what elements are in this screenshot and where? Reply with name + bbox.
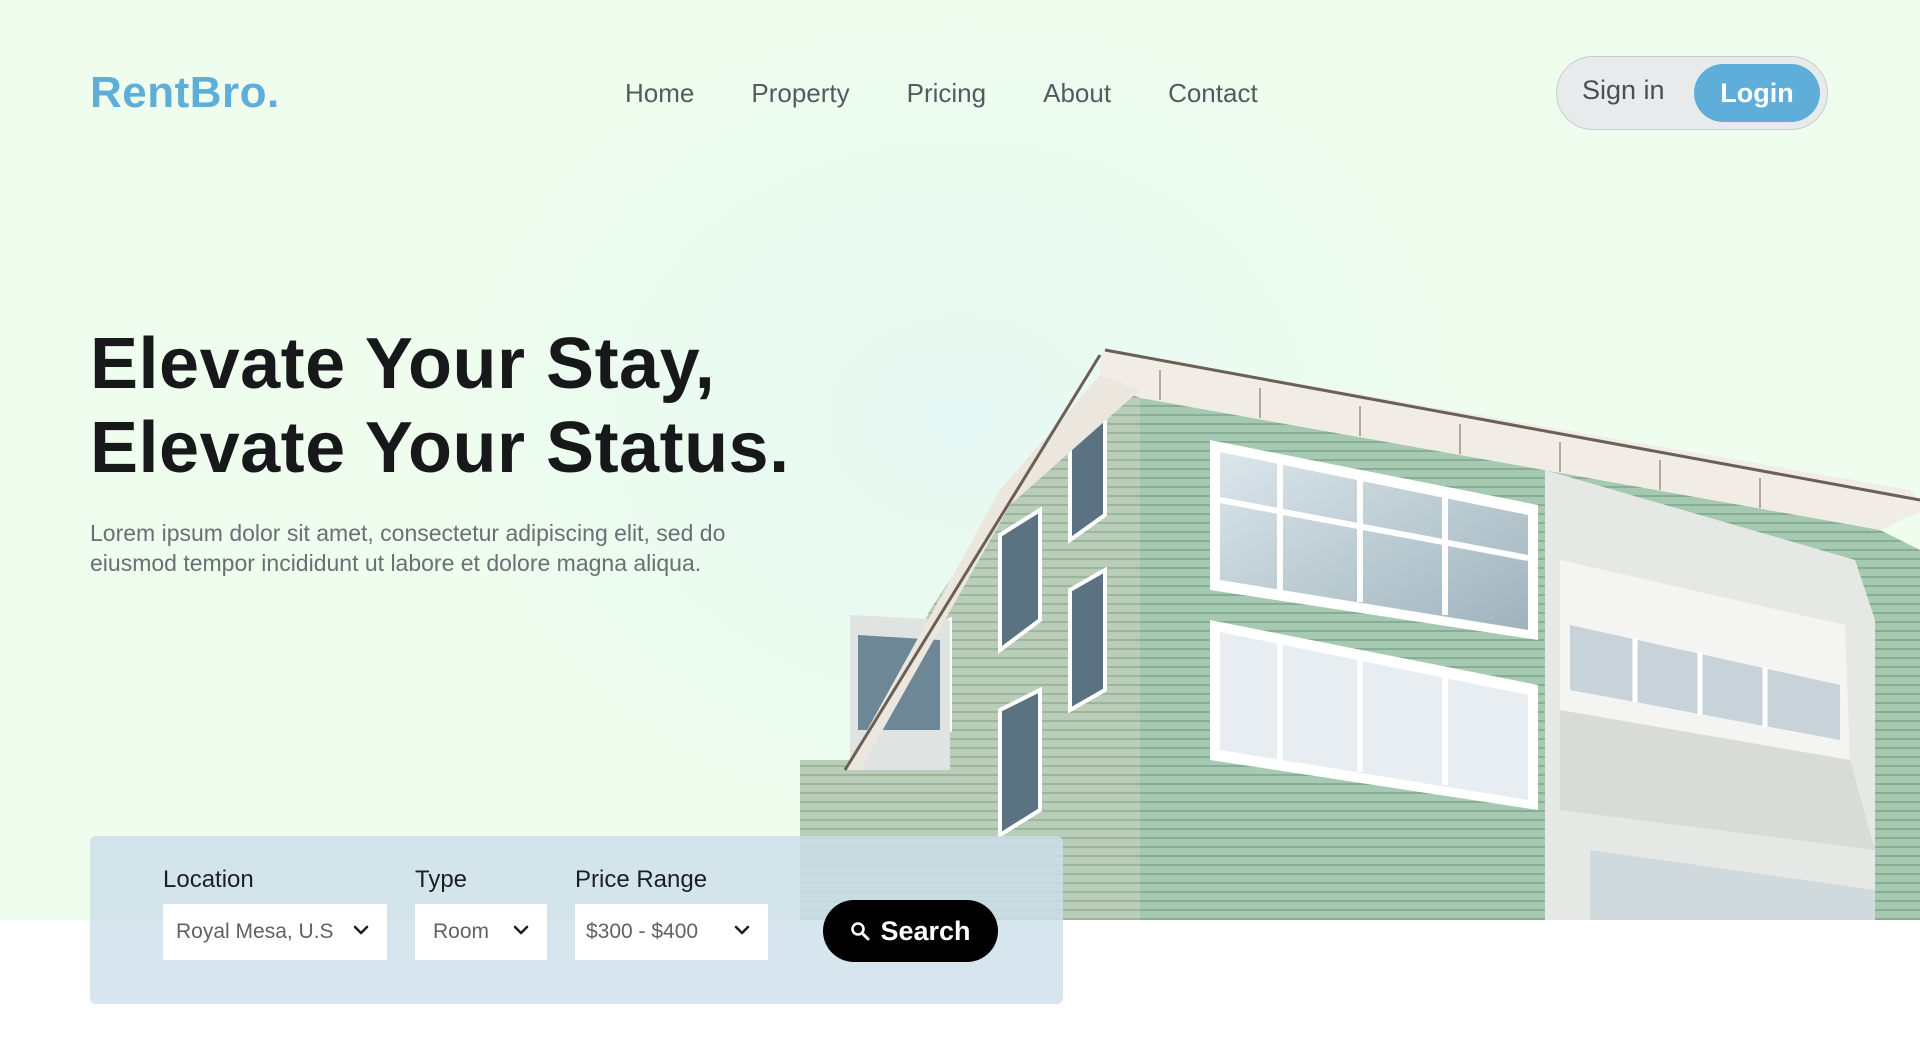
login-button[interactable]: Login bbox=[1694, 64, 1820, 122]
location-select[interactable]: Royal Mesa, U.S bbox=[163, 904, 387, 960]
chevron-down-icon bbox=[734, 925, 750, 935]
hero-headline: Elevate Your Stay, Elevate Your Status. bbox=[90, 322, 790, 490]
hero-subtext: Lorem ipsum dolor sit amet, consectetur … bbox=[90, 520, 726, 576]
hero-section: RentBro. Home Property Pricing About Con… bbox=[0, 0, 1920, 920]
sign-in-link[interactable]: Sign in bbox=[1582, 75, 1665, 106]
auth-group: Sign in Login bbox=[1556, 56, 1828, 130]
nav-about[interactable]: About bbox=[1043, 78, 1111, 109]
nav-home[interactable]: Home bbox=[625, 78, 694, 109]
search-panel: Location Royal Mesa, U.S Type Room Price… bbox=[90, 836, 1063, 1004]
chevron-down-icon bbox=[513, 925, 529, 935]
nav-pricing[interactable]: Pricing bbox=[907, 78, 986, 109]
search-button-label: Search bbox=[880, 915, 971, 946]
logo[interactable]: RentBro. bbox=[90, 68, 280, 118]
price-range-value: $300 - $400 bbox=[586, 920, 699, 943]
search-icon bbox=[851, 922, 870, 941]
chevron-down-icon bbox=[353, 925, 369, 935]
apartment-building-image bbox=[800, 348, 1920, 920]
price-range-select[interactable]: $300 - $400 bbox=[575, 904, 768, 960]
type-select[interactable]: Room bbox=[415, 904, 547, 960]
headline-line-2: Elevate Your Status. bbox=[90, 408, 790, 488]
nav-contact[interactable]: Contact bbox=[1168, 78, 1258, 109]
main-nav: Home Property Pricing About Contact bbox=[625, 78, 1258, 109]
search-button[interactable]: Search bbox=[823, 900, 998, 962]
headline-line-1: Elevate Your Stay, bbox=[90, 324, 716, 404]
price-range-label: Price Range bbox=[575, 866, 708, 893]
nav-property[interactable]: Property bbox=[751, 78, 849, 109]
type-label: Type bbox=[415, 866, 468, 893]
type-value: Room bbox=[433, 920, 490, 943]
location-label: Location bbox=[163, 866, 254, 893]
location-value: Royal Mesa, U.S bbox=[176, 920, 334, 943]
